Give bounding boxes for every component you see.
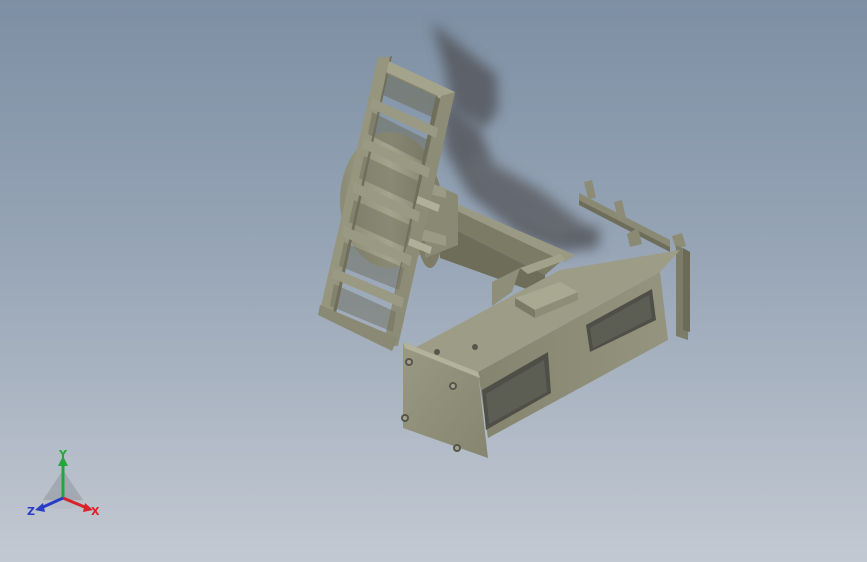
main-box-beam xyxy=(401,250,680,458)
cad-viewport[interactable]: Y X Z xyxy=(0,0,867,562)
x-axis-label: X xyxy=(91,505,100,518)
orientation-triad[interactable]: Y X Z xyxy=(25,448,105,520)
model-scene[interactable] xyxy=(0,0,867,562)
y-axis-label: Y xyxy=(58,448,68,461)
ladder-frame xyxy=(318,56,455,351)
z-arrow-icon xyxy=(35,503,45,512)
z-axis-label: Z xyxy=(27,505,35,518)
